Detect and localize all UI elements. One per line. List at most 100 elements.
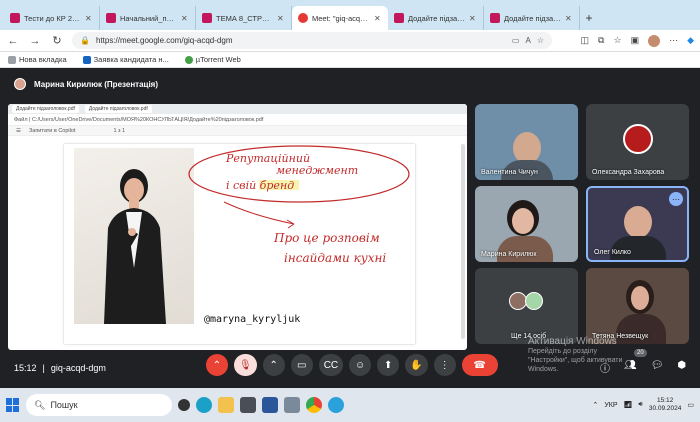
- raise-hand-button[interactable]: ✋: [405, 354, 428, 376]
- read-aloud-icon[interactable]: A: [525, 36, 530, 45]
- tab-label: Тести до КР 2 Упр про: [24, 13, 81, 23]
- notification-icon[interactable]: ▭: [687, 401, 694, 409]
- close-icon[interactable]: ✕: [374, 14, 382, 23]
- chevron-up-icon[interactable]: ⌃: [592, 401, 598, 409]
- meeting-info: 15:12 | giq-acqd-dgm: [14, 363, 106, 373]
- present-button[interactable]: ⬆: [377, 354, 400, 376]
- tab-favicon-icon: [106, 13, 116, 23]
- word-icon[interactable]: [262, 397, 278, 413]
- tab-label: ТЕМА 8_СТРУКТУРИЗ: [216, 13, 273, 23]
- close-icon[interactable]: ✕: [469, 14, 477, 23]
- windows-start-icon[interactable]: [6, 398, 20, 412]
- participant-video: [497, 236, 553, 262]
- volume-icon[interactable]: 🔊︎: [638, 401, 642, 409]
- new-tab-icon[interactable]: +: [580, 6, 598, 30]
- mic-off-button[interactable]: 🎙︎: [234, 354, 257, 376]
- taskbar-search[interactable]: 🔍︎ Пошук: [26, 394, 172, 416]
- info-icon[interactable]: ⓘ: [600, 360, 610, 375]
- mic-options-button[interactable]: ⌃: [206, 354, 228, 376]
- extensions-icon[interactable]: ⧉: [598, 35, 604, 46]
- participant-video: [631, 286, 649, 310]
- participants-count-badge: 20: [634, 349, 647, 357]
- copilot-icon[interactable]: ◆: [687, 35, 694, 46]
- search-placeholder: Пошук: [50, 400, 78, 410]
- tab-2[interactable]: ТЕМА 8_СТРУКТУРИЗ ✕: [196, 6, 292, 30]
- activities-icon[interactable]: ⬢: [677, 360, 686, 375]
- bookmarks-bar: Нова вкладка Заявка кандидата н... µTorr…: [0, 52, 700, 68]
- call-controls: ⌃ 🎙︎ ⌃ ▭ CC ☺ ⬆ ✋ ⋮ ☎: [206, 354, 498, 376]
- participant-tile[interactable]: Марина Кирилюк: [475, 186, 578, 262]
- camera-icon[interactable]: ▭: [512, 36, 520, 45]
- captions-button[interactable]: CC: [318, 354, 344, 376]
- meeting-code[interactable]: giq-acqd-dgm: [51, 363, 106, 373]
- lock-icon: 🔒: [80, 36, 90, 45]
- bookmark-application[interactable]: Заявка кандидата н...: [82, 55, 169, 64]
- edge-icon[interactable]: [196, 397, 212, 413]
- shared-tab: Додайте підзаголовок.pdf: [12, 105, 79, 113]
- close-icon[interactable]: ✕: [181, 14, 189, 23]
- forward-icon[interactable]: →: [28, 34, 42, 48]
- shared-tab: Додайте підзаголовок.pdf: [84, 105, 152, 113]
- url-field[interactable]: 🔒 https://meet.google.com/giq-acqd-dgm ▭…: [72, 32, 552, 49]
- language-indicator[interactable]: УКР: [604, 402, 617, 409]
- bookmark-new-tab[interactable]: Нова вкладка: [8, 55, 67, 64]
- url-text: https://meet.google.com/giq-acqd-dgm: [95, 36, 233, 45]
- windows-taskbar: 🔍︎ Пошук ⌃ УКР 📶︎ 🔊︎ 15:12 30.09.2024 ▭: [0, 388, 700, 422]
- record-icon: [298, 13, 308, 23]
- shared-screen: Додайте підзаголовок.pdf Додайте підзаго…: [8, 104, 467, 350]
- task-view-icon[interactable]: [178, 399, 190, 411]
- tab-favicon-icon: [202, 13, 212, 23]
- tab-1[interactable]: Начальний_посібни ✕: [100, 6, 196, 30]
- bookmark-label: µTorrent Web: [195, 55, 241, 64]
- participant-tile-others[interactable]: Ще 14 осіб: [475, 268, 578, 344]
- bookmark-utorrent[interactable]: µTorrent Web: [184, 55, 241, 64]
- tab-favicon-icon: [10, 13, 20, 23]
- people-icon[interactable]: 👥︎: [624, 360, 637, 375]
- meeting-time: 15:12: [14, 363, 37, 373]
- participant-name: Марина Кирилюк: [481, 251, 537, 258]
- file-explorer-icon[interactable]: [218, 397, 234, 413]
- participant-tile[interactable]: Тетяна Незвещук: [586, 268, 689, 344]
- favorite-star-icon[interactable]: ☆: [537, 36, 544, 45]
- back-icon[interactable]: ←: [6, 34, 20, 48]
- shared-path: Файл | C:/Users/User/OneDrive/Documents/…: [14, 116, 264, 123]
- clock[interactable]: 15:12 30.09.2024: [649, 397, 682, 413]
- tab-0[interactable]: Тести до КР 2 Упр про ✕: [4, 6, 100, 30]
- close-icon[interactable]: ✕: [565, 14, 573, 23]
- split-screen-icon[interactable]: ◫: [581, 35, 590, 46]
- more-icon[interactable]: ⋯: [669, 35, 678, 46]
- more-options-button[interactable]: ⋮: [433, 354, 456, 376]
- camera-options-button[interactable]: ⌃: [262, 354, 285, 376]
- chat-icon[interactable]: 💬︎: [651, 360, 664, 375]
- meet-area: Марина Кирилюк (Презентація) Додайте під…: [0, 68, 700, 388]
- wifi-icon[interactable]: 📶︎: [624, 401, 633, 409]
- participant-tile[interactable]: Олександра Захарова: [586, 104, 689, 180]
- close-icon[interactable]: ✕: [85, 14, 93, 23]
- telegram-icon[interactable]: [328, 397, 344, 413]
- favorites-icon[interactable]: ☆: [613, 35, 621, 46]
- chrome-icon[interactable]: [306, 397, 322, 413]
- shared-address: Файл | C:/Users/User/OneDrive/Documents/…: [8, 114, 467, 126]
- close-icon[interactable]: ✕: [277, 14, 285, 23]
- reload-icon[interactable]: ↻: [50, 34, 64, 48]
- menu-icon: ☰: [16, 127, 21, 134]
- participant-tile-active[interactable]: ⋯ Олег Килко: [586, 186, 689, 262]
- leave-call-button[interactable]: ☎: [461, 354, 498, 376]
- collections-icon[interactable]: ▣: [631, 35, 640, 46]
- pdf-page: Репутаційний менеджмент і свій бренд Про…: [64, 144, 415, 344]
- participant-name: Олег Килко: [594, 249, 631, 256]
- tab-3-active[interactable]: Meet: "giq-acqd-d ✕: [292, 6, 388, 30]
- tab-4[interactable]: Додайте підзаголовок ✕: [388, 6, 484, 30]
- camera-button[interactable]: ▭: [290, 354, 313, 376]
- pdf-scrollbar[interactable]: [461, 144, 465, 339]
- participant-tile[interactable]: Валентина Чичун: [475, 104, 578, 180]
- more-options-icon[interactable]: ⋯: [669, 192, 683, 206]
- tab-favicon-icon: [394, 13, 404, 23]
- tab-5[interactable]: Додайте підзаголовок ✕: [484, 6, 580, 30]
- app-icon[interactable]: [284, 397, 300, 413]
- app-icon[interactable]: [240, 397, 256, 413]
- profile-avatar[interactable]: [648, 34, 661, 47]
- tab-favicon-icon: [490, 13, 500, 23]
- utorrent-icon: [184, 55, 193, 64]
- emoji-button[interactable]: ☺: [349, 354, 372, 376]
